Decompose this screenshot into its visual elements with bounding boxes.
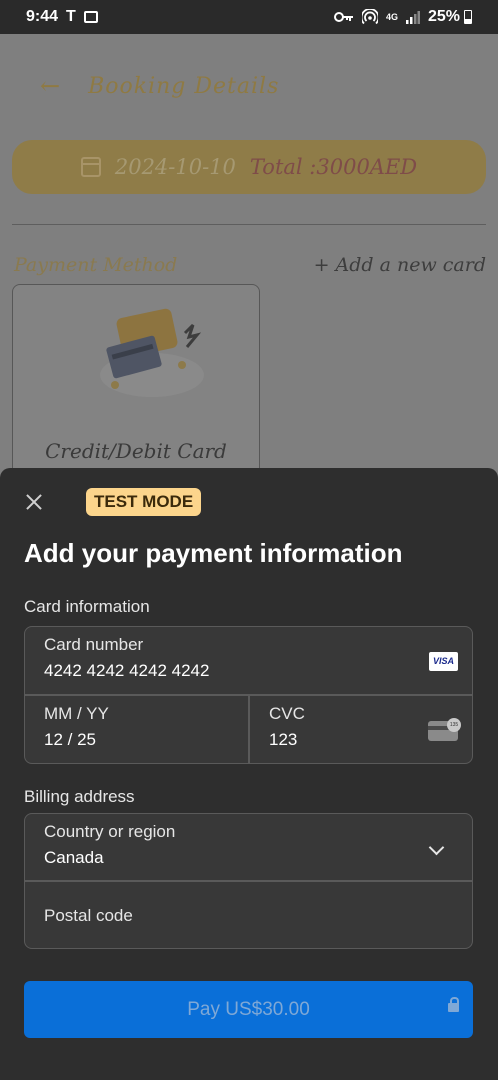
- test-mode-badge: TEST MODE: [86, 488, 202, 516]
- image-icon: [83, 11, 98, 23]
- divider: [12, 224, 486, 225]
- battery-indicator: 25%: [428, 8, 472, 26]
- card-information-group: Card number 4242 4242 4242 4242 VISA MM …: [24, 626, 473, 764]
- add-new-card-link[interactable]: + Add a new card: [314, 254, 486, 276]
- visa-card-icon: VISA: [429, 652, 458, 671]
- key-icon: [333, 12, 353, 22]
- status-bar: 9:44 T 4G 25%: [0, 0, 498, 34]
- postal-code-label: Postal code: [44, 906, 133, 925]
- expiry-field[interactable]: MM / YY 12 / 25: [25, 704, 249, 763]
- card-number-field[interactable]: Card number 4242 4242 4242 4242: [25, 635, 472, 695]
- card-number-value: 4242 4242 4242 4242: [44, 661, 210, 680]
- billing-address-label: Billing address: [24, 787, 135, 806]
- back-arrow-icon[interactable]: ←: [40, 72, 60, 100]
- booking-total: Total :3000AED: [249, 155, 418, 179]
- hotspot-icon: [361, 9, 378, 25]
- signal-icon: [405, 11, 420, 24]
- calendar-icon: [80, 157, 101, 177]
- booking-date: 2024-10-10: [114, 155, 236, 179]
- close-icon[interactable]: [22, 490, 46, 514]
- lock-icon: [448, 997, 459, 1012]
- page-title: Booking Details: [88, 73, 280, 99]
- divider: [25, 880, 472, 882]
- postal-code-field[interactable]: Postal code: [25, 906, 472, 948]
- status-time: 9:44: [26, 8, 59, 25]
- status-bar-right: 4G 25%: [333, 8, 472, 26]
- payment-method-label: Payment Method: [14, 254, 178, 276]
- payment-sheet: TEST MODE Add your payment information C…: [0, 468, 498, 1080]
- card-information-label: Card information: [24, 597, 150, 616]
- cvc-card-icon: [428, 718, 461, 741]
- credit-debit-card-option[interactable]: Credit/Debit Card: [12, 284, 260, 484]
- page-header: ← Booking Details: [40, 72, 279, 100]
- t-app-icon: T: [66, 8, 76, 25]
- expiry-value: 12 / 25: [44, 730, 96, 749]
- 4g-icon: 4G: [385, 11, 398, 22]
- credit-debit-card-label: Credit/Debit Card: [45, 439, 227, 463]
- pay-button-label: Pay US$30.00: [187, 998, 310, 1020]
- pay-button[interactable]: Pay US$30.00: [24, 981, 473, 1038]
- sheet-title: Add your payment information: [24, 538, 403, 568]
- battery-percent: 25%: [427, 8, 460, 25]
- country-label: Country or region: [44, 822, 176, 841]
- booking-summary-bar: 2024-10-10 Total :3000AED: [12, 140, 486, 194]
- card-number-label: Card number: [44, 635, 144, 654]
- country-value: Canada: [44, 848, 104, 867]
- billing-address-group: Country or region Canada Postal code: [24, 813, 473, 949]
- wallet-card-illustration-icon: [100, 308, 204, 397]
- status-bar-left: 9:44 T: [26, 8, 98, 26]
- country-select[interactable]: Country or region Canada: [25, 822, 472, 880]
- battery-icon: [464, 10, 472, 24]
- expiry-label: MM / YY: [44, 704, 109, 723]
